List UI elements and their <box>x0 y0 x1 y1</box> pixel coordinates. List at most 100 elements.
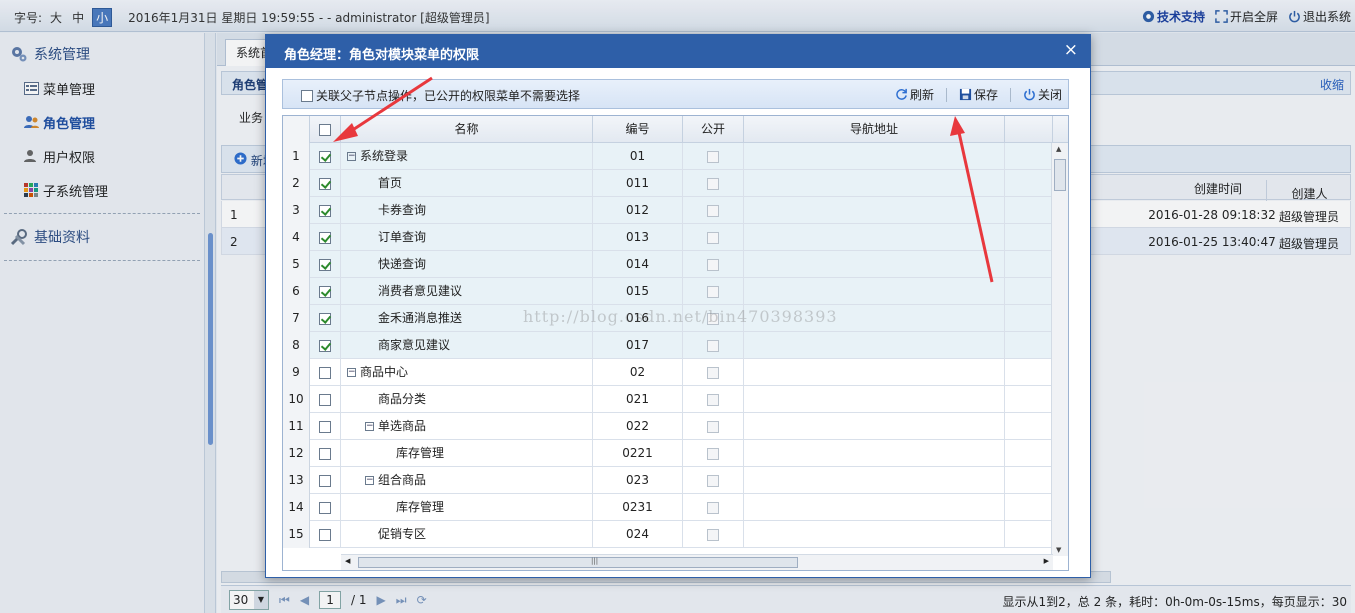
public-checkbox[interactable] <box>707 447 719 460</box>
tree-horizontal-scrollbar[interactable]: ◀ ||| ▶ <box>341 554 1053 570</box>
scroll-left-icon[interactable]: ◀ <box>345 557 350 565</box>
row-checkbox[interactable] <box>319 528 331 541</box>
public-checkbox[interactable] <box>707 150 719 163</box>
row-checkbox-cell[interactable] <box>310 305 341 332</box>
row-public-cell[interactable] <box>683 170 744 197</box>
row-checkbox-cell[interactable] <box>310 494 341 521</box>
header-url[interactable]: 导航地址 <box>744 116 1005 143</box>
row-checkbox-cell[interactable] <box>310 467 341 494</box>
tree-row[interactable]: 10 商品分类 021 <box>283 386 1053 413</box>
row-checkbox[interactable] <box>319 285 331 298</box>
public-checkbox[interactable] <box>707 258 719 271</box>
row-checkbox[interactable] <box>319 339 331 352</box>
public-checkbox[interactable] <box>707 285 719 298</box>
public-checkbox[interactable] <box>707 177 719 190</box>
header-code[interactable]: 编号 <box>593 116 683 143</box>
collapse-icon[interactable]: − <box>347 152 356 161</box>
public-checkbox[interactable] <box>707 474 719 487</box>
row-public-cell[interactable] <box>683 494 744 521</box>
row-checkbox-cell[interactable] <box>310 440 341 467</box>
public-checkbox[interactable] <box>707 528 719 541</box>
close-button[interactable]: 关闭 <box>1023 86 1062 103</box>
tree-row[interactable]: 5 快递查询 014 <box>283 251 1053 278</box>
public-checkbox[interactable] <box>707 393 719 406</box>
row-checkbox-cell[interactable] <box>310 197 341 224</box>
dialog-title-bar[interactable]: 角色经理：角色对模块菜单的权限 × <box>266 35 1090 68</box>
row-checkbox-cell[interactable] <box>310 413 341 440</box>
tree-row[interactable]: 2 首页 011 <box>283 170 1053 197</box>
scroll-thumb[interactable] <box>1054 159 1066 191</box>
tree-row[interactable]: 13− 组合商品 023 <box>283 467 1053 494</box>
row-public-cell[interactable] <box>683 359 744 386</box>
scroll-up-icon[interactable]: ▲ <box>1056 145 1061 153</box>
row-public-cell[interactable] <box>683 440 744 467</box>
row-public-cell[interactable] <box>683 386 744 413</box>
row-checkbox[interactable] <box>319 150 331 163</box>
row-public-cell[interactable] <box>683 251 744 278</box>
row-checkbox[interactable] <box>319 258 331 271</box>
refresh-button[interactable]: 刷新 <box>895 86 934 103</box>
tree-row[interactable]: 6 消费者意见建议 015 <box>283 278 1053 305</box>
tree-row[interactable]: 15 促销专区 024 <box>283 521 1053 548</box>
row-public-cell[interactable] <box>683 305 744 332</box>
row-checkbox[interactable] <box>319 366 331 379</box>
row-checkbox[interactable] <box>319 474 331 487</box>
tree-row[interactable]: 3 卡券查询 012 <box>283 197 1053 224</box>
public-checkbox[interactable] <box>707 420 719 433</box>
header-select-all[interactable] <box>310 116 341 143</box>
row-checkbox-cell[interactable] <box>310 278 341 305</box>
select-all-checkbox[interactable] <box>319 123 331 136</box>
tree-row[interactable]: 14 库存管理 0231 <box>283 494 1053 521</box>
row-checkbox-cell[interactable] <box>310 251 341 278</box>
tree-row[interactable]: 7 金禾通消息推送 016 <box>283 305 1053 332</box>
public-checkbox[interactable] <box>707 231 719 244</box>
public-checkbox[interactable] <box>707 501 719 514</box>
row-checkbox[interactable] <box>319 312 331 325</box>
scroll-right-icon[interactable]: ▶ <box>1044 557 1049 565</box>
row-public-cell[interactable] <box>683 332 744 359</box>
row-checkbox[interactable] <box>319 204 331 217</box>
checkbox[interactable] <box>301 89 313 102</box>
row-checkbox[interactable] <box>319 177 331 190</box>
row-public-cell[interactable] <box>683 224 744 251</box>
row-public-cell[interactable] <box>683 467 744 494</box>
row-checkbox[interactable] <box>319 393 331 406</box>
row-checkbox-cell[interactable] <box>310 170 341 197</box>
public-checkbox[interactable] <box>707 204 719 217</box>
row-checkbox-cell[interactable] <box>310 386 341 413</box>
hscroll-thumb[interactable]: ||| <box>358 557 798 568</box>
link-parent-child-checkbox[interactable]: 关联父子节点操作，已公开的权限菜单不需要选择 <box>301 87 580 104</box>
row-checkbox[interactable] <box>319 501 331 514</box>
save-button[interactable]: 保存 <box>959 86 998 103</box>
public-checkbox[interactable] <box>707 312 719 325</box>
row-public-cell[interactable] <box>683 521 744 548</box>
row-public-cell[interactable] <box>683 413 744 440</box>
row-checkbox[interactable] <box>319 420 331 433</box>
header-public[interactable]: 公开 <box>683 116 744 143</box>
public-checkbox[interactable] <box>707 339 719 352</box>
row-public-cell[interactable] <box>683 143 744 170</box>
row-checkbox-cell[interactable] <box>310 224 341 251</box>
tree-row[interactable]: 4 订单查询 013 <box>283 224 1053 251</box>
scroll-down-icon[interactable]: ▼ <box>1056 546 1061 554</box>
tree-row[interactable]: 12 库存管理 0221 <box>283 440 1053 467</box>
row-checkbox[interactable] <box>319 231 331 244</box>
row-checkbox[interactable] <box>319 447 331 460</box>
header-name[interactable]: 名称 <box>341 116 593 143</box>
tree-row[interactable]: 1− 系统登录 01 <box>283 143 1053 170</box>
tree-row[interactable]: 9− 商品中心 02 <box>283 359 1053 386</box>
collapse-icon[interactable]: − <box>347 368 356 377</box>
row-checkbox-cell[interactable] <box>310 521 341 548</box>
tree-row[interactable]: 8 商家意见建议 017 <box>283 332 1053 359</box>
public-checkbox[interactable] <box>707 366 719 379</box>
collapse-icon[interactable]: − <box>365 422 374 431</box>
tree-vertical-scrollbar[interactable]: ▲ ▼ <box>1051 143 1068 556</box>
row-public-cell[interactable] <box>683 278 744 305</box>
row-checkbox-cell[interactable] <box>310 359 341 386</box>
row-checkbox-cell[interactable] <box>310 143 341 170</box>
collapse-icon[interactable]: − <box>365 476 374 485</box>
tree-row[interactable]: 11− 单选商品 022 <box>283 413 1053 440</box>
close-icon[interactable]: × <box>1064 40 1078 60</box>
row-checkbox-cell[interactable] <box>310 332 341 359</box>
row-public-cell[interactable] <box>683 197 744 224</box>
